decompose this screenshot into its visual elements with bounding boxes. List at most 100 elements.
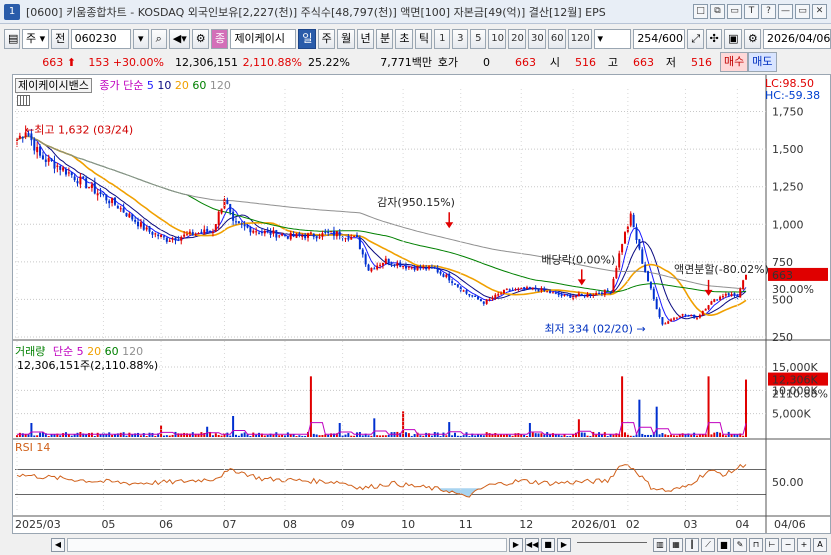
zoom-slider[interactable] bbox=[577, 542, 647, 548]
volume-bar bbox=[612, 434, 615, 437]
volume-bar bbox=[456, 435, 459, 437]
interval-60-button[interactable]: 60 bbox=[547, 29, 566, 49]
window-float-button[interactable]: □ bbox=[693, 4, 708, 19]
grid-icon[interactable] bbox=[17, 95, 30, 106]
volume-bar bbox=[629, 435, 632, 437]
draw-icon[interactable]: ✎ bbox=[733, 538, 747, 552]
scrollbar-track[interactable] bbox=[67, 538, 507, 552]
date-input[interactable]: 2026/04/06 bbox=[763, 29, 831, 49]
chart-canvas[interactable]: 1,7501,5001,2501,000750500250←최고 1,632 (… bbox=[13, 75, 830, 533]
period-second-tab[interactable]: 초 bbox=[395, 29, 413, 49]
volume-bar bbox=[137, 432, 140, 437]
font-size-icon[interactable]: A bbox=[813, 538, 827, 552]
market-select-label: 주 bbox=[26, 32, 37, 45]
interval-custom-input[interactable]: ▾ bbox=[593, 29, 632, 49]
gear-icon[interactable]: ⚙ bbox=[743, 29, 762, 49]
interval-20-button[interactable]: 20 bbox=[508, 29, 526, 49]
candle-body bbox=[56, 165, 59, 167]
magnet-icon[interactable]: ⊓ bbox=[749, 538, 763, 552]
candle-body bbox=[223, 199, 226, 209]
prev-button[interactable]: 전 bbox=[51, 29, 69, 49]
candle-body bbox=[433, 267, 436, 269]
sell-button[interactable]: 매도 bbox=[748, 52, 777, 72]
bar-count-input[interactable]: 254/600 bbox=[633, 29, 686, 49]
low-note: 최저 334 (02/20) → bbox=[544, 322, 645, 335]
window-font-button[interactable]: T bbox=[744, 4, 759, 19]
zoom-in-icon[interactable]: + bbox=[797, 538, 811, 552]
candle-body bbox=[404, 265, 407, 269]
volume-bar bbox=[422, 435, 425, 437]
candle-body bbox=[540, 288, 543, 291]
stop-icon[interactable]: ■ bbox=[541, 538, 555, 552]
candle-body bbox=[180, 237, 183, 241]
window-maximize-button[interactable]: ▭ bbox=[795, 4, 810, 19]
ruler-icon[interactable]: ⊢ bbox=[765, 538, 779, 552]
candle-body bbox=[148, 226, 151, 232]
code-dropdown-button[interactable]: ▾ bbox=[132, 29, 149, 49]
volume-bar bbox=[537, 433, 540, 437]
zoom-out-icon[interactable]: − bbox=[781, 538, 795, 552]
bar-count-total: /600 bbox=[658, 32, 684, 45]
candle-body bbox=[678, 315, 681, 318]
bar-icon[interactable]: ▆ bbox=[717, 538, 731, 552]
scroll-left-icon[interactable]: ◀ bbox=[51, 538, 65, 552]
chart-area[interactable]: 1,750 1,500 1,250 1,000 750 500 250 ←최고 1,632 (… bbox=[12, 74, 831, 534]
candle-icon[interactable]: ┃ bbox=[685, 538, 699, 552]
stock-code-input[interactable]: 060230 bbox=[70, 29, 131, 49]
volume-bar bbox=[621, 376, 624, 437]
candle-body bbox=[157, 234, 160, 237]
period-year-tab[interactable]: 년 bbox=[356, 29, 374, 49]
interval-3-button[interactable]: 3 bbox=[452, 29, 469, 49]
period-tick-tab[interactable]: 틱 bbox=[414, 29, 433, 49]
market-select[interactable]: 주 ▾ bbox=[22, 29, 50, 49]
candle-body bbox=[137, 221, 140, 227]
candle-body bbox=[139, 222, 142, 227]
candle-body bbox=[79, 176, 82, 185]
interval-5-button[interactable]: 5 bbox=[470, 29, 487, 49]
interval-120-button[interactable]: 120 bbox=[567, 29, 592, 49]
stock-name-tag[interactable]: 제이케이시밴스 bbox=[15, 78, 92, 93]
period-week-tab[interactable]: 주 bbox=[317, 29, 336, 49]
candle-body bbox=[191, 232, 194, 236]
volume-summary: 12,306,151주(2,110.88%) bbox=[17, 359, 159, 372]
interval-30-button[interactable]: 30 bbox=[527, 29, 546, 49]
open-value: 516 bbox=[575, 55, 596, 69]
window-layout-button[interactable]: ▭ bbox=[727, 4, 742, 19]
search-icon[interactable]: ⌕ bbox=[150, 29, 167, 49]
volume-bar bbox=[237, 435, 240, 437]
speaker-icon[interactable]: ◀▾ bbox=[168, 29, 190, 49]
rewind-icon[interactable]: ◀◀ bbox=[525, 538, 539, 552]
volume-bar bbox=[381, 435, 384, 437]
candle-body bbox=[119, 208, 122, 210]
x-axis-tick: 2026/01 bbox=[571, 518, 617, 531]
scroll-right-icon[interactable]: ▶ bbox=[509, 538, 523, 552]
period-minute-tab[interactable]: 분 bbox=[375, 29, 394, 49]
zoom-icon[interactable]: ⤢ bbox=[687, 29, 704, 49]
chart-type-icon[interactable]: ▥ bbox=[653, 538, 667, 552]
candle-body bbox=[615, 268, 618, 279]
window-help-button[interactable]: ? bbox=[761, 4, 776, 19]
period-day-tab[interactable]: 일 bbox=[298, 29, 316, 49]
window-link-button[interactable]: ⧉ bbox=[710, 4, 725, 19]
buy-button[interactable]: 매수 bbox=[720, 52, 749, 72]
volume-bar bbox=[16, 435, 18, 437]
play-icon[interactable]: ▶ bbox=[557, 538, 571, 552]
line-icon[interactable]: ⟋ bbox=[701, 538, 715, 552]
crosshair-icon[interactable]: ✣ bbox=[705, 29, 723, 49]
window-close-button[interactable]: ✕ bbox=[812, 4, 827, 19]
candle-body bbox=[88, 187, 91, 189]
stock-code-value: 060230 bbox=[74, 32, 117, 45]
candle-body bbox=[304, 234, 307, 239]
save-icon[interactable]: ▣ bbox=[724, 29, 742, 49]
volume-bar bbox=[540, 433, 543, 437]
event-label: 배당락(0.00%) bbox=[541, 253, 615, 266]
candle-body bbox=[517, 288, 520, 290]
volume-bar bbox=[623, 432, 626, 437]
interval-10-button[interactable]: 10 bbox=[488, 29, 507, 49]
settings-icon[interactable]: ⚙ bbox=[191, 29, 209, 49]
layout-icon[interactable]: ▦ bbox=[669, 538, 683, 552]
window-minimize-button[interactable]: — bbox=[778, 4, 793, 19]
interval-1-button[interactable]: 1 bbox=[434, 29, 451, 49]
period-month-tab[interactable]: 월 bbox=[337, 29, 355, 49]
chart-menu-button[interactable]: ▤ bbox=[4, 29, 20, 49]
